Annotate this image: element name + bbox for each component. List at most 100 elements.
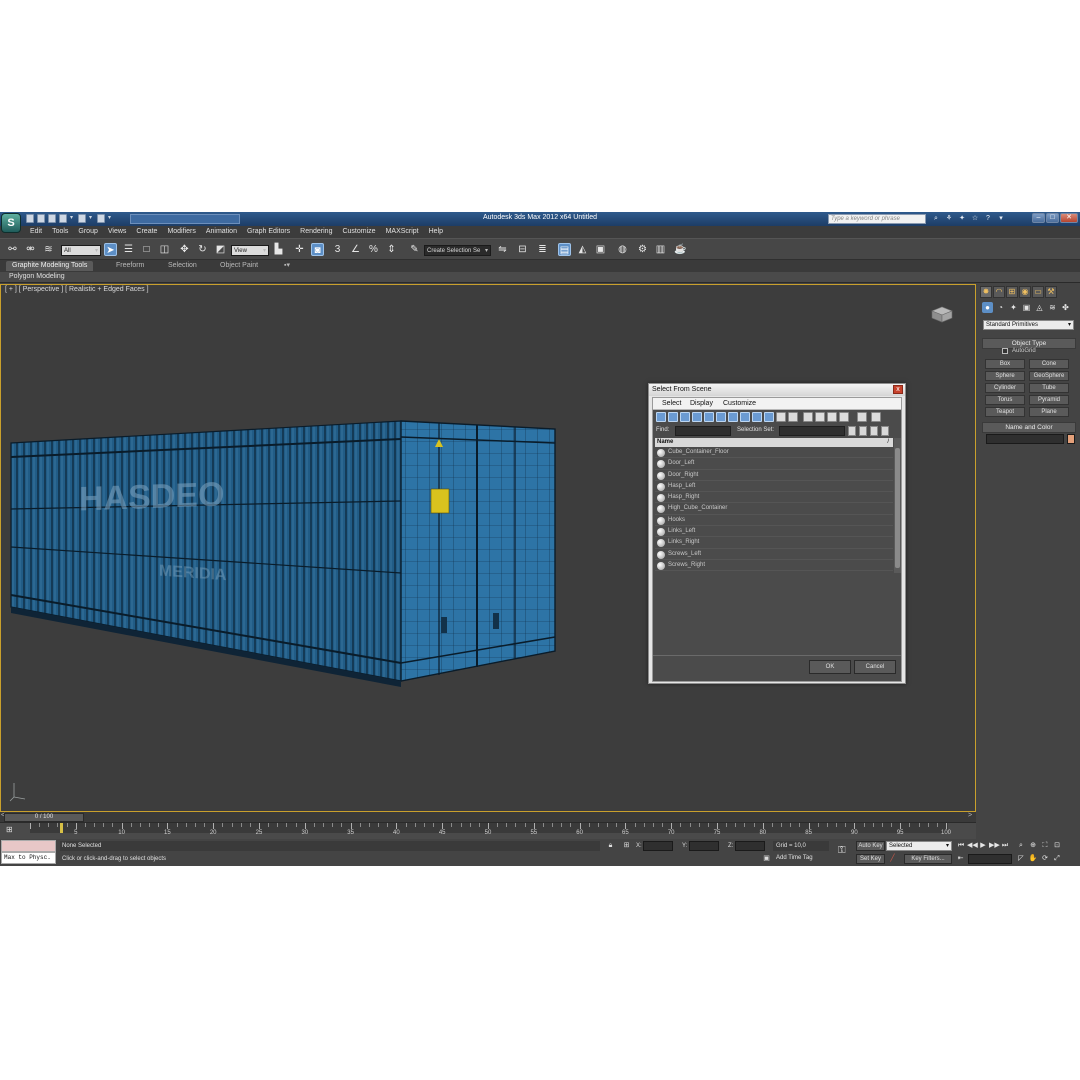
tab-object-paint[interactable]: Object Paint	[214, 261, 264, 271]
time-slider-thumb[interactable]: 0 / 100	[4, 813, 84, 822]
schematic-view-icon[interactable]: ▣	[594, 243, 607, 256]
render-setup-icon[interactable]: ⚙	[636, 243, 649, 256]
current-frame-marker[interactable]	[60, 823, 63, 833]
display-hidden-icon[interactable]	[788, 412, 798, 422]
tube-button[interactable]: Tube	[1029, 383, 1069, 393]
create-tab-icon[interactable]: ✸	[980, 286, 992, 298]
zoom-icon[interactable]: ⌕	[1016, 841, 1026, 851]
viewcube-icon[interactable]	[929, 305, 955, 323]
menu-edit[interactable]: Edit	[30, 228, 42, 235]
binoculars-icon[interactable]: ⌕	[932, 214, 940, 223]
menu-group[interactable]: Group	[78, 228, 97, 235]
select-and-move-icon[interactable]: ✥	[178, 243, 191, 256]
autogrid-checkbox[interactable]	[1002, 348, 1008, 354]
systems-category-icon[interactable]: ✤	[1060, 302, 1071, 313]
find-input[interactable]	[675, 426, 731, 436]
sync-selection-icon[interactable]	[839, 412, 849, 422]
list-item[interactable]: Cube_Container_Floor	[655, 447, 893, 459]
polygon-modeling-panel[interactable]: Polygon Modeling	[9, 273, 65, 280]
cylinder-button[interactable]: Cylinder	[985, 383, 1025, 393]
graphite-toggle-icon[interactable]: ▤	[558, 243, 571, 256]
y-coordinate-field[interactable]	[689, 841, 719, 851]
list-item[interactable]: Links_Right	[655, 537, 893, 549]
x-coordinate-field[interactable]	[643, 841, 673, 851]
cancel-button[interactable]: Cancel	[854, 660, 896, 674]
menu-tools[interactable]: Tools	[52, 228, 68, 235]
lights-category-icon[interactable]: ✦	[1008, 302, 1019, 313]
dialog-menu-customize[interactable]: Customize	[723, 400, 756, 407]
tab-freeform[interactable]: Freeform	[110, 261, 150, 271]
object-color-swatch[interactable]	[1067, 434, 1075, 444]
material-editor-icon[interactable]: ◍	[616, 243, 629, 256]
mirror-icon[interactable]: ⇋	[496, 243, 509, 256]
spinner-snap-icon[interactable]: ⇕	[385, 243, 398, 256]
auto-key-button[interactable]: Auto Key	[856, 841, 885, 851]
ribbon-options-icon[interactable]: ▪▾	[278, 261, 296, 271]
select-object-icon[interactable]: ➤	[104, 243, 117, 256]
select-dependents-icon[interactable]	[870, 426, 878, 436]
zoom-extents-all-icon[interactable]: ⊡	[1052, 841, 1062, 851]
select-and-scale-icon[interactable]: ◩	[214, 243, 227, 256]
display-frozen-icon[interactable]	[776, 412, 786, 422]
box-button[interactable]: Box	[985, 359, 1025, 369]
helpers-category-icon[interactable]: ◬	[1034, 302, 1045, 313]
display-groups-icon[interactable]	[728, 412, 738, 422]
align-icon[interactable]: ⊟	[516, 243, 529, 256]
geosphere-button[interactable]: GeoSphere	[1029, 371, 1069, 381]
maxscript-listener-field[interactable]	[1, 840, 56, 852]
current-frame-field[interactable]	[968, 854, 1012, 864]
list-item[interactable]: Hasp_Right	[655, 492, 893, 504]
absolute-mode-icon[interactable]: ⊞	[622, 841, 631, 850]
display-containers-icon[interactable]	[764, 412, 774, 422]
dialog-title[interactable]: Select From Scene	[649, 384, 905, 396]
menu-create[interactable]: Create	[136, 228, 157, 235]
maximize-button[interactable]: □	[1046, 213, 1059, 223]
set-key-icon[interactable]: ⚿	[838, 845, 846, 856]
selection-set-dropdown[interactable]	[779, 426, 845, 436]
communication-icon[interactable]: ✦	[958, 214, 966, 223]
list-scrollbar[interactable]	[894, 438, 901, 573]
render-production-icon[interactable]: ☕	[674, 243, 687, 256]
zoom-extents-icon[interactable]: ⛶	[1040, 841, 1050, 851]
menu-animation[interactable]: Animation	[206, 228, 237, 235]
display-invert-icon[interactable]	[827, 412, 837, 422]
name-column-header[interactable]: Name /	[655, 438, 893, 447]
display-none-icon[interactable]	[815, 412, 825, 422]
keyboard-shortcut-override-icon[interactable]: ◙	[311, 243, 324, 256]
plane-button[interactable]: Plane	[1029, 407, 1069, 417]
list-item[interactable]: High_Cube_Container	[655, 503, 893, 515]
list-item[interactable]: Hasp_Left	[655, 481, 893, 493]
window-crossing-icon[interactable]: ◫	[158, 243, 171, 256]
motion-tab-icon[interactable]: ◉	[1019, 286, 1031, 298]
select-children-icon[interactable]	[859, 426, 867, 436]
dialog-menu-display[interactable]: Display	[690, 400, 713, 407]
menu-views[interactable]: Views	[108, 228, 127, 235]
minimize-button[interactable]: –	[1032, 213, 1045, 223]
play-icon[interactable]: ▶	[978, 841, 988, 851]
application-menu-button[interactable]: S	[1, 213, 21, 233]
list-item[interactable]: Screws_Right	[655, 560, 893, 572]
menu-modifiers[interactable]: Modifiers	[167, 228, 195, 235]
select-from-scene-dialog[interactable]: Select From Scene x Select Display Custo…	[648, 383, 906, 684]
mini-curve-editor-icon[interactable]: ⊞	[6, 825, 18, 835]
time-slider[interactable]: < 0 / 100 >	[0, 812, 976, 823]
menu-help[interactable]: Help	[429, 228, 443, 235]
next-frame-icon[interactable]: ▶▶	[989, 841, 1000, 851]
shapes-category-icon[interactable]: ◔	[995, 302, 1006, 313]
maxscript-mini-listener[interactable]: Max to Physc.	[1, 852, 56, 864]
filter-options-icon[interactable]	[871, 412, 881, 422]
list-item[interactable]: Door_Left	[655, 458, 893, 470]
menu-graph-editors[interactable]: Graph Editors	[247, 228, 290, 235]
ok-button[interactable]: OK	[809, 660, 851, 674]
select-and-link-icon[interactable]: ⚯	[6, 243, 19, 256]
time-slider-next-icon[interactable]: >	[968, 812, 972, 819]
add-time-tag-button[interactable]: Add Time Tag	[776, 855, 813, 861]
modify-tab-icon[interactable]: ◠	[993, 286, 1005, 298]
pan-icon[interactable]: ✋	[1028, 854, 1038, 864]
display-space-warps-icon[interactable]	[716, 412, 726, 422]
key-mode-dropdown[interactable]: Selected	[886, 841, 952, 851]
sphere-button[interactable]: Sphere	[985, 371, 1025, 381]
help-icon[interactable]: ?	[984, 214, 992, 223]
favorites-icon[interactable]: ☆	[971, 214, 979, 223]
dialog-menu-select[interactable]: Select	[662, 400, 681, 407]
